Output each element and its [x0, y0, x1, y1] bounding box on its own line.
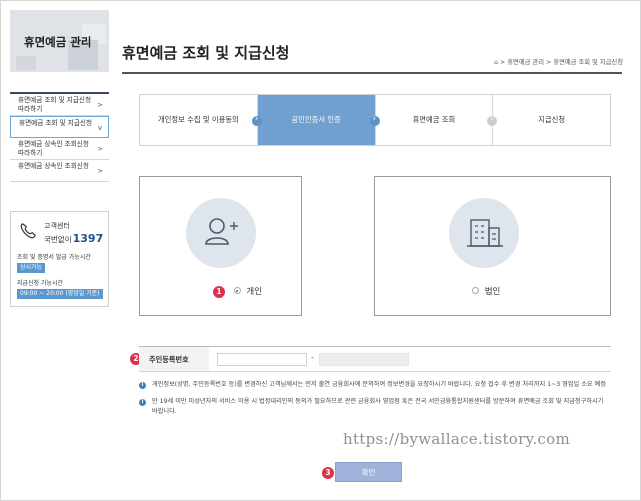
step-arrow-icon: [251, 114, 262, 126]
sidebar-menu: 휴면예금 조회 및 지급신청 따라하기 > 휴면예금 조회 및 지급신청 v 휴…: [10, 92, 109, 182]
info-icon: i: [139, 382, 146, 389]
sidebar-item-heir[interactable]: 휴면예금 상속인 조회신청 >: [10, 160, 109, 182]
hours-label: 조회 및 증명서 발급 가능시간: [17, 254, 91, 261]
step-payment: 지급신청: [538, 115, 566, 124]
contact-center-number: 국번없이1397: [44, 232, 104, 245]
sidebar-item-apply[interactable]: 휴면예금 조회 및 지급신청 v: [10, 116, 109, 138]
individual-option-card[interactable]: 1 개인: [139, 176, 302, 316]
step-marker-1: 1: [213, 285, 225, 298]
notice-list: i 개인정보(성명, 주민등록번호 등)를 변경하신 고객님께서는 먼저 출연 …: [139, 380, 611, 424]
step-inquiry: 휴면예금 조회: [376, 95, 498, 145]
contact-center-label: 고객센터: [44, 222, 70, 230]
corporate-radio[interactable]: [472, 287, 479, 294]
apply-hours-label: 지급신청 가능시간: [17, 280, 64, 287]
notice-item: i 개인정보(성명, 주민등록번호 등)를 변경하신 고객님께서는 먼저 출연 …: [139, 380, 611, 390]
page-title: 휴면예금 조회 및 지급신청: [122, 44, 290, 62]
breadcrumb: ⌂ > 휴면예금 관리 > 휴면예금 조회 및 지급신청: [493, 59, 623, 66]
sidebar-item-label: 휴면예금 상속인 조회신청 따라하기: [18, 140, 89, 157]
chevron-right-icon: >: [97, 145, 103, 153]
contact-info-box: 고객센터 국번없이1397 조회 및 증명서 발급 가능시간 상시가능 지급신청…: [10, 211, 109, 307]
individual-label: 개인: [246, 287, 263, 297]
sidebar-item-label: 휴면예금 상속인 조회신청: [18, 162, 89, 170]
sidebar-item-label: 휴면예금 조회 및 지급신청 따라하기: [18, 96, 92, 113]
step-certificate: 공인인증서 인증: [257, 95, 380, 145]
sidebar-item-guide[interactable]: 휴면예금 조회 및 지급신청 따라하기 >: [10, 94, 109, 116]
watermark-text: https://bywallace.tistory.com: [343, 430, 570, 448]
sidebar-item-heir-guide[interactable]: 휴면예금 상속인 조회신청 따라하기 >: [10, 138, 109, 160]
home-icon[interactable]: ⌂: [494, 59, 498, 66]
person-icon: [186, 198, 256, 268]
step-marker-3: 3: [322, 467, 334, 479]
individual-radio[interactable]: [233, 287, 241, 294]
confirm-button[interactable]: 확인: [335, 462, 402, 482]
corporate-label: 법인: [484, 287, 501, 297]
resident-number-row: 주민등록번호 -: [139, 346, 611, 372]
apply-hours-badge: 09:00 ~ 20:00 (영업일 기준): [17, 289, 103, 299]
building-icon: [449, 198, 519, 268]
corporate-option-card[interactable]: 법인: [374, 176, 611, 316]
chevron-right-icon: >: [97, 167, 103, 175]
hours-badge: 상시가능: [17, 263, 46, 273]
step-indicator: 개인정보 수집 및 이용동의 공인인증서 인증 휴면예금 조회 지급신청: [139, 94, 611, 146]
sidebar-item-label: 휴면예금 조회 및 지급신청: [19, 119, 93, 127]
notice-item: i 만 19세 미만 미성년자의 서비스 이용 시 법정대리인의 동의가 필요하…: [139, 397, 611, 417]
resident-number-front-input[interactable]: [217, 353, 307, 366]
resident-number-label: 주민등록번호: [149, 355, 189, 364]
chevron-right-icon: >: [97, 101, 103, 109]
step-consent: 개인정보 수집 및 이용동의: [140, 95, 262, 145]
sidebar-header: 휴면예금 관리: [10, 10, 109, 72]
resident-number-back-input[interactable]: [319, 353, 409, 366]
info-icon: i: [139, 399, 146, 406]
step-arrow-icon: [369, 114, 380, 126]
title-divider: [122, 72, 622, 74]
phone-icon: [20, 223, 36, 239]
resident-number-dash: -: [311, 353, 314, 362]
sidebar-title: 휴면예금 관리: [24, 35, 92, 49]
chevron-down-icon: v: [97, 124, 102, 132]
